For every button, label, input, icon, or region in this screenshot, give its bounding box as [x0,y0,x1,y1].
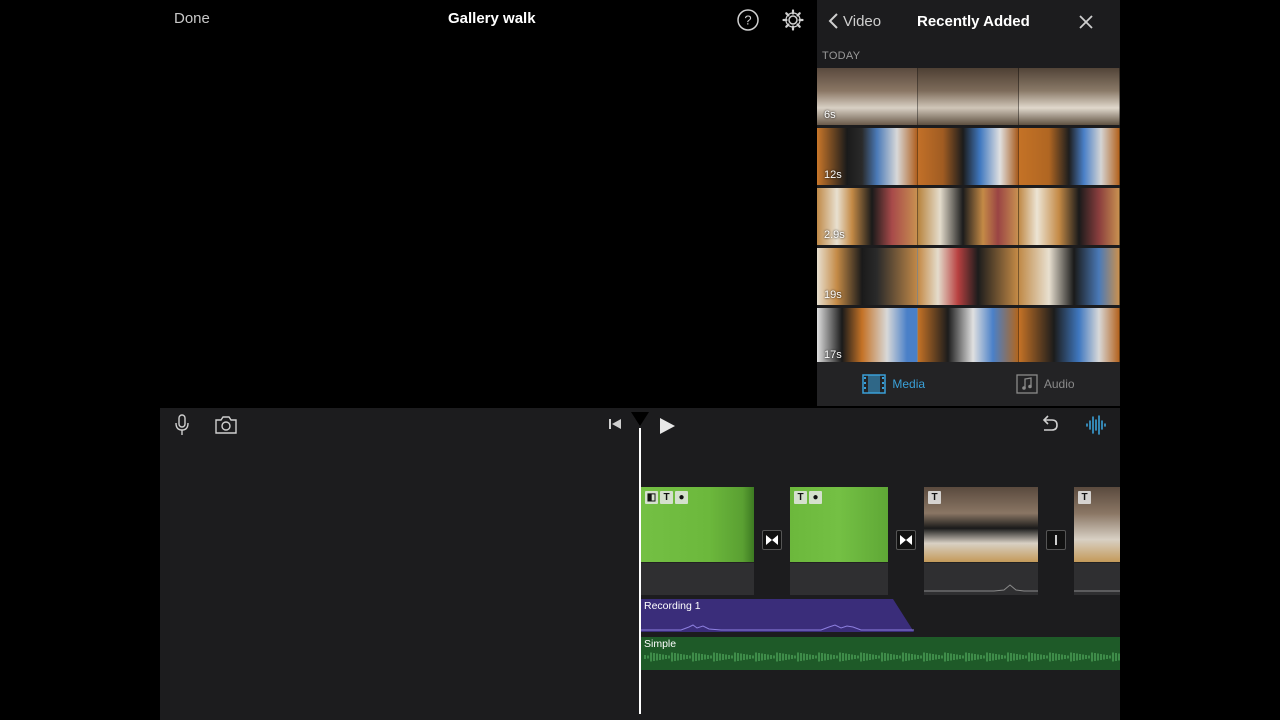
timeline-video-clip[interactable]: T [924,487,1038,595]
section-header-today: TODAY [822,50,861,62]
green-screen-icon: ● [675,491,688,504]
clip-frame [1019,128,1120,185]
clip-waveform [924,584,1038,592]
clip-frame [918,308,1019,365]
project-title: Gallery walk [448,10,536,27]
clip-audio-lane [641,562,754,595]
close-icon[interactable] [1077,13,1095,31]
clip-frame [918,248,1019,305]
clip-frame [918,128,1019,185]
microphone-icon[interactable] [174,414,190,436]
clip-duration: 12s [824,169,842,181]
voiceover-waveform [641,599,914,632]
clip-audio-lane [924,562,1038,595]
tab-audio[interactable]: Audio [1016,374,1075,394]
clip-item[interactable]: 19s [817,248,1120,305]
tab-audio-label: Audio [1043,377,1075,391]
music-note-icon [1016,374,1038,394]
crossfade-transition-icon [766,535,778,545]
film-icon [862,374,887,394]
clip-duration: 6s [824,109,836,121]
undo-icon[interactable] [1038,414,1060,436]
timeline-video-clip[interactable]: T ● [790,487,888,595]
clip-duration: 19s [824,289,842,301]
help-icon[interactable]: ? [736,8,760,32]
media-browser-header: Video Recently Added [817,0,1120,44]
clip-frame [918,68,1019,125]
clip-item[interactable]: 2.9s [817,188,1120,245]
clip-frame [1019,68,1120,125]
back-to-video-button[interactable]: Video [827,12,881,30]
audio-waveform-icon[interactable] [1085,414,1107,436]
clip-badges: ◧ T ● [645,491,688,504]
media-browser-tabs: Media Audio [817,362,1120,406]
media-browser-title: Recently Added [917,13,1030,30]
clip-audio-lane [790,562,888,595]
clip-waveform [1074,590,1120,592]
media-browser: Video Recently Added TODAY 6s 12s 2.9s 1… [817,0,1120,406]
play-icon[interactable] [657,416,677,436]
clip-duration: 2.9s [824,229,845,241]
gear-icon[interactable] [781,8,805,32]
clip-frame [1019,188,1120,245]
clip-frame [1019,308,1120,365]
chevron-left-icon [828,13,838,29]
skip-to-start-icon[interactable] [607,416,623,432]
clip-badges: T ● [794,491,822,504]
timeline-video-clip[interactable]: ◧ T ● [641,487,754,595]
no-transition-icon [1055,535,1057,545]
tab-media[interactable]: Media [862,374,925,394]
clip-frame [1019,248,1120,305]
transition-button[interactable] [762,530,782,550]
clip-item[interactable]: 6s [817,68,1120,125]
back-label: Video [843,12,882,30]
voiceover-track[interactable]: Recording 1 [641,599,914,632]
transition-button[interactable] [1046,530,1066,550]
clip-thumbnail [924,487,1038,562]
playhead[interactable] [639,428,641,714]
transition-button[interactable] [896,530,916,550]
svg-text:?: ? [744,13,751,28]
clip-badges: T [1078,491,1091,504]
green-screen-icon: ● [809,491,822,504]
clip-list: 6s 12s 2.9s 19s 17s [817,68,1120,368]
clip-frame [918,188,1019,245]
timeline-video-clip[interactable]: T [1074,487,1120,595]
clip-item[interactable]: 12s [817,128,1120,185]
clip-item[interactable]: 17s [817,308,1120,365]
title-text-icon: T [660,491,673,504]
crossfade-transition-icon [900,535,912,545]
clip-duration: 17s [824,349,842,361]
title-text-icon: T [1078,491,1091,504]
clip-badges: T [928,491,941,504]
imovie-editor: Done Gallery walk ? Video Recently Added [160,0,1120,720]
tab-media-label: Media [892,377,926,391]
title-text-icon: T [928,491,941,504]
camera-icon[interactable] [214,415,238,435]
clip-audio-lane [1074,562,1120,595]
music-waveform [644,652,1120,662]
filter-icon: ◧ [645,491,658,504]
playhead-marker [631,412,649,426]
timeline-panel: ◧ T ● T ● T T Recording 1 Simple [160,408,1120,720]
music-track[interactable]: Simple [641,637,1120,670]
title-text-icon: T [794,491,807,504]
done-button[interactable]: Done [174,10,210,27]
